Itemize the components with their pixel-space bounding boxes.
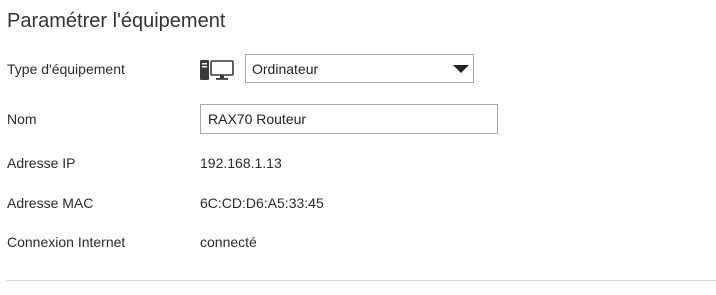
device-type-label: Type d'équipement xyxy=(7,61,125,77)
internet-connection-status: connecté xyxy=(200,234,257,250)
name-label: Nom xyxy=(7,111,37,127)
section-divider xyxy=(7,280,716,281)
ip-address-value: 192.168.1.13 xyxy=(200,155,282,171)
chevron-down-icon[interactable] xyxy=(453,65,469,73)
mac-address-label: Adresse MAC xyxy=(7,195,94,211)
mac-address-value: 6C:CD:D6:A5:33:45 xyxy=(200,195,324,211)
page-title: Paramétrer l'équipement xyxy=(7,10,226,32)
desktop-computer-icon xyxy=(200,60,234,80)
device-name-input[interactable] xyxy=(200,104,498,134)
device-type-select[interactable]: Ordinateur xyxy=(245,54,474,83)
ip-address-label: Adresse IP xyxy=(7,155,76,171)
device-type-selected-value: Ordinateur xyxy=(252,61,319,77)
internet-connection-label: Connexion Internet xyxy=(7,234,126,250)
